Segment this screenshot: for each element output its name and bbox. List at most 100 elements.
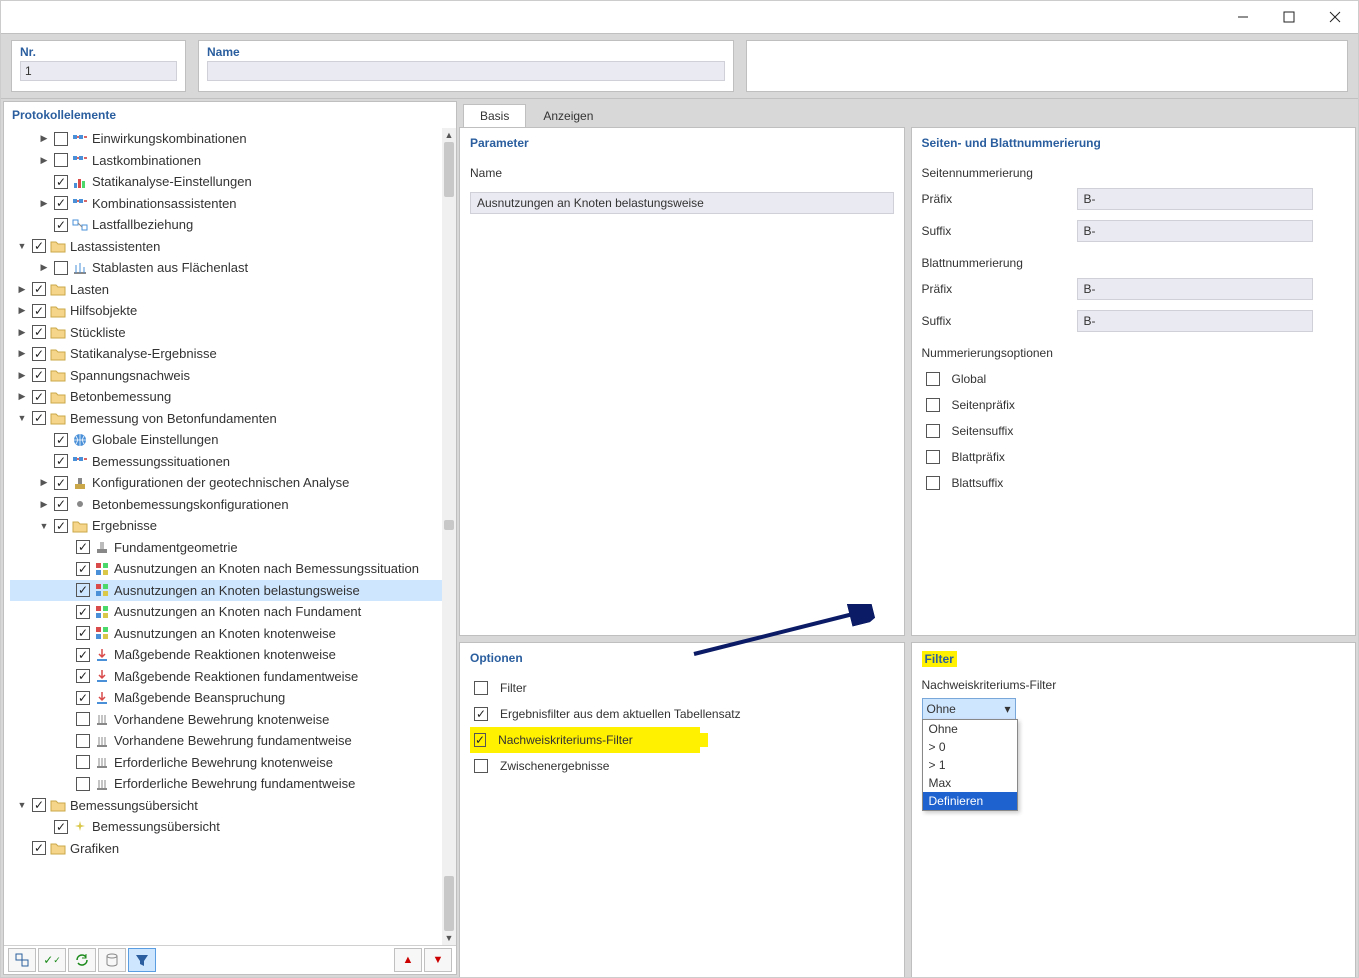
option-checkbox[interactable] (474, 707, 488, 721)
tree-checkbox[interactable] (76, 626, 90, 640)
tab-anzeigen[interactable]: Anzeigen (526, 104, 610, 128)
tree-row[interactable]: Lastfallbeziehung (10, 214, 442, 236)
param-name-value[interactable]: Ausnutzungen an Knoten belastungsweise (470, 192, 894, 214)
tree-checkbox[interactable] (54, 175, 68, 189)
tree-checkbox[interactable] (54, 433, 68, 447)
tree-row[interactable]: Grafiken (10, 838, 442, 860)
toolbar-checkall-button[interactable]: ✓✓ (38, 948, 66, 972)
expand-icon[interactable]: ▶ (16, 305, 28, 316)
dropdown-option[interactable]: Definieren (923, 792, 1017, 810)
expand-icon[interactable]: ▶ (16, 284, 28, 295)
tree-row[interactable]: ▶Stablasten aus Flächenlast (10, 257, 442, 279)
tree-checkbox[interactable] (54, 218, 68, 232)
toolbar-refresh-button[interactable] (68, 948, 96, 972)
tree-checkbox[interactable] (76, 540, 90, 554)
tree-checkbox[interactable] (76, 583, 90, 597)
tree-checkbox[interactable] (54, 153, 68, 167)
tree-row[interactable]: Statikanalyse-Einstellungen (10, 171, 442, 193)
tree-row[interactable]: Vorhandene Bewehrung fundamentweise (10, 730, 442, 752)
tree-checkbox[interactable] (32, 390, 46, 404)
tab-basis[interactable]: Basis (463, 104, 526, 128)
tree-row[interactable]: Bemessungssituationen (10, 451, 442, 473)
tree-row[interactable]: Ausnutzungen an Knoten nach Fundament (10, 601, 442, 623)
tree-row[interactable]: Ausnutzungen an Knoten knotenweise (10, 623, 442, 645)
tree-checkbox[interactable] (76, 669, 90, 683)
name-value[interactable] (207, 61, 725, 81)
toolbar-expand-button[interactable] (8, 948, 36, 972)
tree-checkbox[interactable] (54, 497, 68, 511)
blatt-suffix-input[interactable]: B- (1077, 310, 1313, 332)
blatt-prefix-input[interactable]: B- (1077, 278, 1313, 300)
dropdown-option[interactable]: > 1 (923, 756, 1017, 774)
tree-checkbox[interactable] (32, 841, 46, 855)
tree-checkbox[interactable] (54, 454, 68, 468)
tree-row[interactable]: ▶Kombinationsassistenten (10, 193, 442, 215)
tree-checkbox[interactable] (76, 562, 90, 576)
numopt-checkbox[interactable] (926, 424, 940, 438)
tree-row[interactable]: Vorhandene Bewehrung knotenweise (10, 709, 442, 731)
expand-icon[interactable]: ▶ (38, 477, 50, 488)
tree-checkbox[interactable] (54, 519, 68, 533)
tree[interactable]: ▶Einwirkungskombinationen▶Lastkombinatio… (4, 128, 442, 945)
expand-icon[interactable]: ▼ (16, 413, 28, 423)
expand-icon[interactable]: ▶ (38, 198, 50, 209)
expand-icon[interactable]: ▶ (16, 327, 28, 338)
nr-value[interactable]: 1 (20, 61, 177, 81)
tree-checkbox[interactable] (54, 261, 68, 275)
numopt-checkbox[interactable] (926, 372, 940, 386)
expand-icon[interactable]: ▼ (38, 521, 50, 531)
option-checkbox[interactable] (474, 733, 486, 747)
tree-checkbox[interactable] (54, 196, 68, 210)
toolbar-db-button[interactable] (98, 948, 126, 972)
tree-row[interactable]: Globale Einstellungen (10, 429, 442, 451)
tree-checkbox[interactable] (54, 132, 68, 146)
tree-scrollbar[interactable]: ▲ ▼ (442, 128, 456, 945)
toolbar-filter-button[interactable] (128, 948, 156, 972)
tree-row[interactable]: Bemessungsübersicht (10, 816, 442, 838)
tree-row[interactable]: ▼Bemessungsübersicht (10, 795, 442, 817)
expand-icon[interactable]: ▶ (38, 155, 50, 166)
expand-icon[interactable]: ▶ (38, 262, 50, 273)
tree-checkbox[interactable] (32, 347, 46, 361)
tree-row[interactable]: ▶Stückliste (10, 322, 442, 344)
tree-checkbox[interactable] (54, 476, 68, 490)
filter-dropdown-list[interactable]: Ohne> 0> 1MaxDefinieren (922, 719, 1018, 811)
tree-checkbox[interactable] (32, 411, 46, 425)
maximize-button[interactable] (1266, 1, 1312, 33)
tree-row[interactable]: Maßgebende Reaktionen fundamentweise (10, 666, 442, 688)
tree-checkbox[interactable] (76, 691, 90, 705)
expand-icon[interactable]: ▶ (38, 133, 50, 144)
tree-row[interactable]: ▶Betonbemessung (10, 386, 442, 408)
numopt-checkbox[interactable] (926, 476, 940, 490)
tree-row[interactable]: ▶Statikanalyse-Ergebnisse (10, 343, 442, 365)
expand-icon[interactable]: ▶ (38, 499, 50, 510)
toolbar-up-button[interactable]: ▲ (394, 948, 422, 972)
tree-checkbox[interactable] (32, 239, 46, 253)
tree-checkbox[interactable] (32, 304, 46, 318)
tree-checkbox[interactable] (76, 648, 90, 662)
tree-checkbox[interactable] (54, 820, 68, 834)
tree-row[interactable]: Maßgebende Beanspruchung (10, 687, 442, 709)
tree-row[interactable]: Fundamentgeometrie (10, 537, 442, 559)
dropdown-option[interactable]: > 0 (923, 738, 1017, 756)
tree-row[interactable]: ▶Hilfsobjekte (10, 300, 442, 322)
expand-icon[interactable]: ▼ (16, 241, 28, 251)
close-button[interactable] (1312, 1, 1358, 33)
numopt-checkbox[interactable] (926, 398, 940, 412)
tree-checkbox[interactable] (76, 712, 90, 726)
tree-checkbox[interactable] (76, 605, 90, 619)
seiten-suffix-input[interactable]: B- (1077, 220, 1313, 242)
tree-row[interactable]: ▶Betonbemessungskonfigurationen (10, 494, 442, 516)
tree-row[interactable]: Ausnutzungen an Knoten nach Bemessungssi… (10, 558, 442, 580)
seiten-prefix-input[interactable]: B- (1077, 188, 1313, 210)
tree-row[interactable]: ▼Ergebnisse (10, 515, 442, 537)
minimize-button[interactable] (1220, 1, 1266, 33)
expand-icon[interactable]: ▶ (16, 348, 28, 359)
tree-row[interactable]: Maßgebende Reaktionen knotenweise (10, 644, 442, 666)
toolbar-down-button[interactable]: ▼ (424, 948, 452, 972)
tree-row[interactable]: ▶Spannungsnachweis (10, 365, 442, 387)
expand-icon[interactable]: ▶ (16, 370, 28, 381)
tree-row[interactable]: ▶Lastkombinationen (10, 150, 442, 172)
tree-row[interactable]: ▼Bemessung von Betonfundamenten (10, 408, 442, 430)
tree-checkbox[interactable] (76, 777, 90, 791)
